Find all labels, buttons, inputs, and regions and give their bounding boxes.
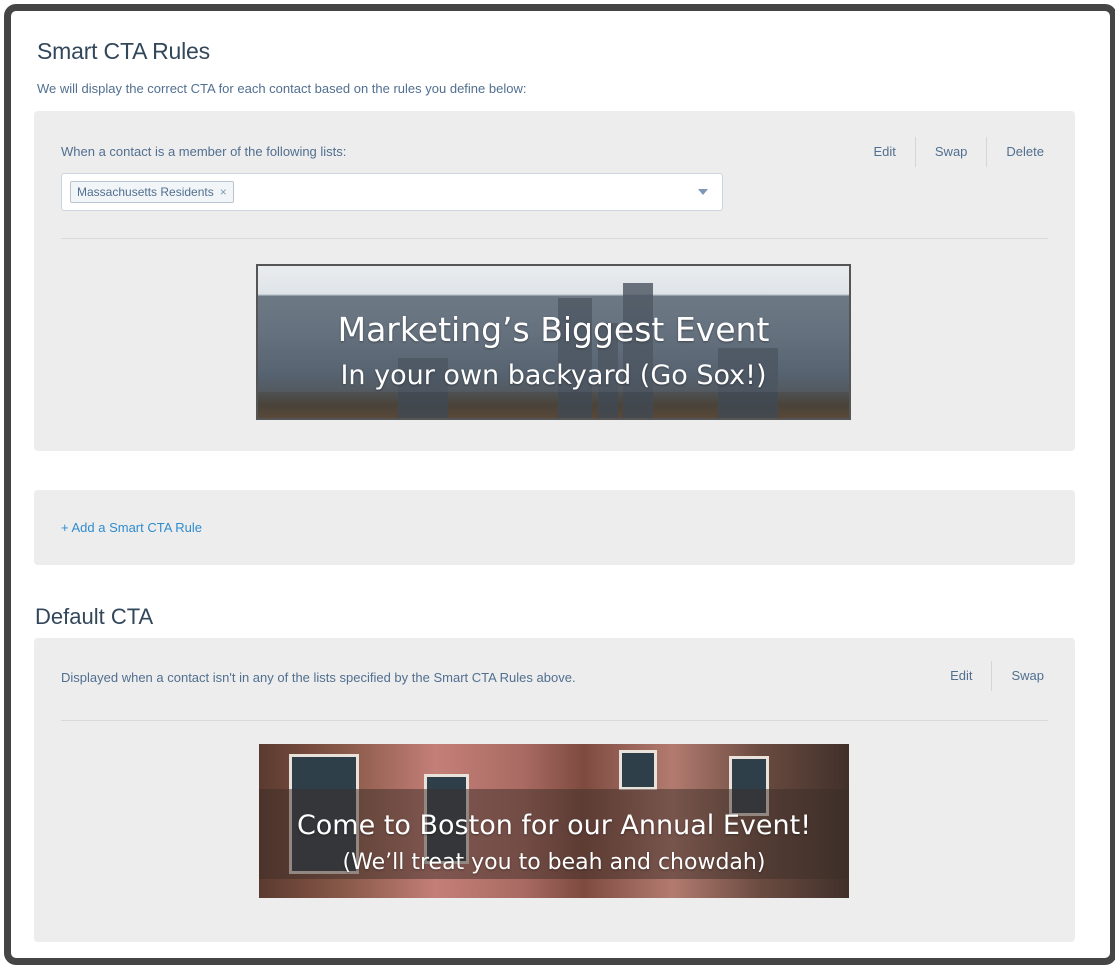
default-cta-image: Come to Boston for our Annual Event! (We… xyxy=(259,744,849,898)
chevron-down-icon[interactable] xyxy=(698,189,708,195)
rule-cta-image: Marketing’s Biggest Event In your own ba… xyxy=(256,264,851,420)
building-window xyxy=(619,750,657,790)
smart-cta-editor: Smart CTA Rules We will display the corr… xyxy=(4,4,1115,965)
selected-list-tag: Massachusetts Residents × xyxy=(70,181,234,203)
list-select-input[interactable]: Massachusetts Residents × xyxy=(61,173,723,211)
smart-cta-rules-title: Smart CTA Rules xyxy=(37,38,210,64)
smart-cta-rules-subtitle: We will display the correct CTA for each… xyxy=(37,81,527,96)
rule-cta-subline: In your own backyard (Go Sox!) xyxy=(340,360,767,391)
default-cta-title: Default CTA xyxy=(35,604,154,629)
default-cta-card: Displayed when a contact isn't in any of… xyxy=(34,638,1075,942)
default-cta-description: Displayed when a contact isn't in any of… xyxy=(61,670,576,685)
rule-condition-label: When a contact is a member of the follow… xyxy=(61,144,347,159)
rule-actions: Edit Swap Delete xyxy=(854,137,1063,167)
default-edit-link[interactable]: Edit xyxy=(931,661,991,691)
default-cta-subline: (We’ll treat you to beah and chowdah) xyxy=(342,850,766,875)
default-actions: Edit Swap xyxy=(931,661,1063,691)
default-cta-headline: Come to Boston for our Annual Event! xyxy=(296,810,812,841)
add-rule-card: + Add a Smart CTA Rule xyxy=(34,490,1075,565)
rule-cta-headline: Marketing’s Biggest Event xyxy=(337,310,770,349)
smart-cta-rule-card: When a contact is a member of the follow… xyxy=(34,111,1075,451)
default-divider xyxy=(61,720,1048,721)
rule-delete-link[interactable]: Delete xyxy=(987,137,1063,167)
rule-divider xyxy=(61,238,1048,239)
rule-swap-link[interactable]: Swap xyxy=(916,137,987,167)
remove-tag-icon[interactable]: × xyxy=(220,182,227,202)
selected-list-label: Massachusetts Residents xyxy=(77,185,214,199)
rule-edit-link[interactable]: Edit xyxy=(854,137,914,167)
default-swap-link[interactable]: Swap xyxy=(992,661,1063,691)
add-smart-cta-rule-link[interactable]: + Add a Smart CTA Rule xyxy=(61,520,202,535)
